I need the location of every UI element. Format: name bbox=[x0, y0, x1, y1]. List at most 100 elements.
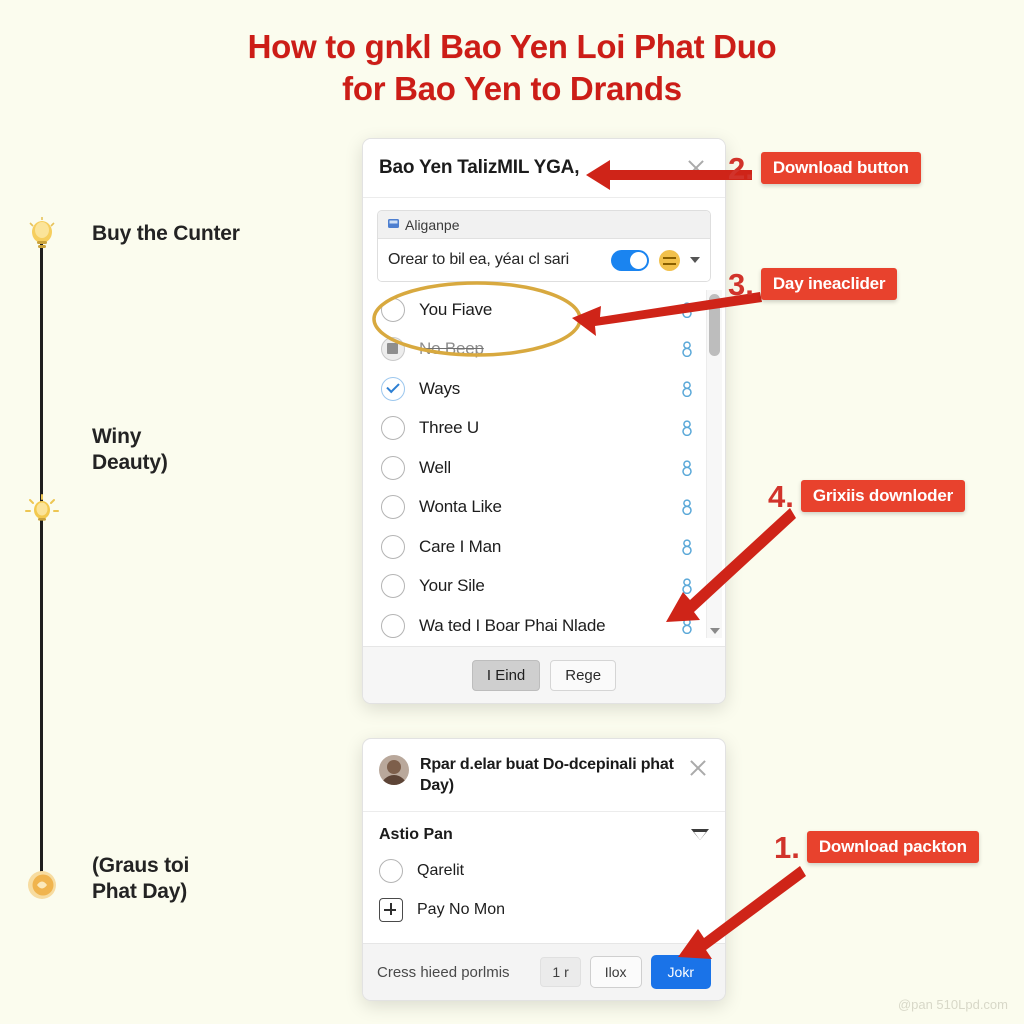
enable-toggle[interactable] bbox=[611, 249, 649, 271]
filter-triangle-icon[interactable] bbox=[691, 829, 709, 841]
list-item-label: Ways bbox=[419, 378, 461, 398]
list-scrollbar[interactable] bbox=[706, 290, 722, 638]
timeline-step-1-label: Buy the Cunter bbox=[92, 222, 240, 245]
list-item[interactable]: You Fiave bbox=[363, 290, 703, 330]
page-title-line1: How to gnkl Bao Yen Loi Phat Duo bbox=[247, 28, 777, 65]
section-label: Astio Pan bbox=[379, 825, 453, 843]
list-item-label: Care I Man bbox=[419, 536, 502, 556]
timeline-step-2-label: Winy Deauty) bbox=[92, 424, 168, 477]
main-dialog: Bao Yen TalizMIL YGA, Aliganpe Orear to … bbox=[362, 138, 726, 704]
annotation-3-label: Day ineaclider bbox=[760, 268, 898, 300]
options-list: You Fiave No Beep Ways Three U Well Wonta Lik… bbox=[363, 290, 703, 638]
person-icon bbox=[679, 618, 695, 634]
list-item[interactable]: Ways bbox=[363, 369, 703, 409]
dialog-footer: I Eind Rege bbox=[363, 646, 725, 703]
coin-icon bbox=[22, 865, 62, 905]
checked-radio-icon[interactable] bbox=[381, 376, 405, 401]
scrollbar-thumb[interactable] bbox=[709, 294, 720, 356]
avatar bbox=[379, 755, 409, 785]
annotation-4-label: Grixiis downloder bbox=[800, 480, 966, 512]
count-chip[interactable]: 1 r bbox=[540, 957, 581, 987]
person-icon bbox=[679, 499, 695, 516]
annotation-4-number: 4. bbox=[768, 478, 794, 514]
page-title-line2: for Bao Yen to Drands bbox=[342, 70, 682, 108]
annotation-2-label: Download button bbox=[760, 152, 921, 184]
person-icon bbox=[679, 460, 695, 476]
list-item-label: Three U bbox=[419, 418, 480, 438]
scroll-down-arrow-icon[interactable] bbox=[710, 628, 720, 634]
annotation-2-number: 2. bbox=[728, 150, 754, 186]
timeline-line bbox=[40, 222, 43, 877]
radio-icon[interactable] bbox=[381, 495, 405, 520]
dialog-title: Bao Yen TalizMIL YGA, bbox=[379, 157, 580, 178]
annotation-3: 3. Day ineaclider bbox=[728, 266, 898, 302]
list-item[interactable]: Qarelit bbox=[363, 852, 725, 891]
list-item[interactable]: Your Sile bbox=[363, 567, 703, 607]
annotation-3-number: 3. bbox=[728, 266, 754, 302]
page-title: How to gnkl Bao Yen Loi Phat Duo for Bao… bbox=[0, 26, 1024, 110]
screenshot-canvas: How to gnkl Bao Yen Loi Phat Duo for Bao… bbox=[0, 0, 1024, 1024]
list-item-label: Pay No Mon bbox=[417, 901, 506, 919]
list-item-label: You Fiave bbox=[419, 299, 493, 319]
close-icon[interactable] bbox=[685, 755, 711, 781]
person-icon bbox=[679, 420, 695, 437]
sub-panel-row-label: Orear to bil ea, yéaı cl sari bbox=[388, 251, 569, 268]
list-item[interactable]: Three U bbox=[363, 409, 703, 449]
second-dialog-section: Astio Pan bbox=[363, 812, 725, 852]
sub-panel-row: Orear to bil ea, yéaı cl sari bbox=[378, 239, 710, 281]
annotation-1-number: 1. bbox=[774, 829, 800, 865]
person-icon bbox=[679, 539, 695, 555]
radio-icon[interactable] bbox=[381, 534, 405, 559]
list-item[interactable]: Care I Man bbox=[363, 527, 703, 567]
radio-icon[interactable] bbox=[381, 416, 405, 441]
timeline-step-3-label: (Graus toi Phat Day) bbox=[92, 853, 189, 906]
second-dialog: Rpar d.elar buat Do-dcepinali phat Day) … bbox=[362, 738, 726, 1001]
timeline-step-3-line2: Phat Day) bbox=[92, 880, 188, 904]
list-item-label: Wonta Like bbox=[419, 497, 502, 517]
lightbulb-icon bbox=[22, 490, 62, 530]
cancel-button[interactable]: Ilox bbox=[589, 956, 642, 988]
annotation-1: 1. Download packton bbox=[774, 831, 979, 863]
annotation-4: 4. Grixiis downloder bbox=[768, 478, 966, 514]
list-item-label: Well bbox=[419, 457, 451, 477]
sub-panel-header-label: Aliganpe bbox=[405, 216, 460, 233]
person-icon bbox=[679, 578, 695, 595]
radio-icon[interactable] bbox=[381, 613, 405, 638]
list-item[interactable]: No Beep bbox=[363, 330, 703, 370]
timeline-step-2-line1: Winy bbox=[92, 425, 142, 448]
chevron-down-icon[interactable] bbox=[690, 257, 700, 263]
timeline-step-2-line2: Deauty) bbox=[92, 451, 168, 475]
list-item[interactable]: Wa ted I Boar Phai Nlade bbox=[363, 606, 703, 646]
radio-icon[interactable] bbox=[381, 574, 405, 599]
close-icon[interactable] bbox=[683, 155, 709, 181]
person-icon bbox=[679, 381, 695, 397]
annotation-1-label: Download packton bbox=[806, 831, 979, 863]
download-button[interactable]: Jokr bbox=[650, 955, 711, 989]
lightbulb-icon bbox=[22, 215, 62, 255]
rege-button[interactable]: Rege bbox=[550, 659, 617, 691]
watermark: @pan 510Lpd.com bbox=[897, 997, 1008, 1012]
disabled-radio-icon[interactable] bbox=[381, 337, 405, 362]
list-item-label: No Beep bbox=[419, 339, 484, 359]
list-item[interactable]: Wonta Like bbox=[363, 488, 703, 528]
list-item-label: Your Sile bbox=[419, 576, 485, 596]
sub-panel: Aliganpe Orear to bil ea, yéaı cl sari bbox=[377, 210, 711, 282]
confused-face-icon[interactable] bbox=[659, 249, 680, 271]
second-dialog-header: Rpar d.elar buat Do-dcepinali phat Day) bbox=[363, 739, 725, 812]
plus-icon[interactable] bbox=[379, 898, 403, 923]
dialog-header: Bao Yen TalizMIL YGA, bbox=[363, 139, 725, 198]
radio-icon[interactable] bbox=[379, 859, 403, 884]
list-item[interactable]: Pay No Mon bbox=[363, 891, 725, 930]
second-dialog-footer: Cress hieed porlmis 1 r Ilox Jokr bbox=[363, 943, 725, 1000]
list-item-label: Qarelit bbox=[417, 862, 465, 880]
radio-icon[interactable] bbox=[381, 297, 405, 322]
timeline-step-3-line1: (Graus toi bbox=[92, 854, 190, 877]
list-item-label: Wa ted I Boar Phai Nlade bbox=[419, 615, 606, 635]
radio-icon[interactable] bbox=[381, 455, 405, 480]
find-button[interactable]: I Eind bbox=[471, 659, 541, 691]
options-list-container: You Fiave No Beep Ways Three U Well Wonta Lik… bbox=[363, 290, 725, 638]
person-icon bbox=[679, 302, 695, 318]
second-dialog-title-line1: Rpar d.elar buat Do-dcepinali bbox=[420, 756, 637, 773]
list-item[interactable]: Well bbox=[363, 448, 703, 488]
second-dialog-title: Rpar d.elar buat Do-dcepinali phat Day) bbox=[420, 755, 674, 797]
